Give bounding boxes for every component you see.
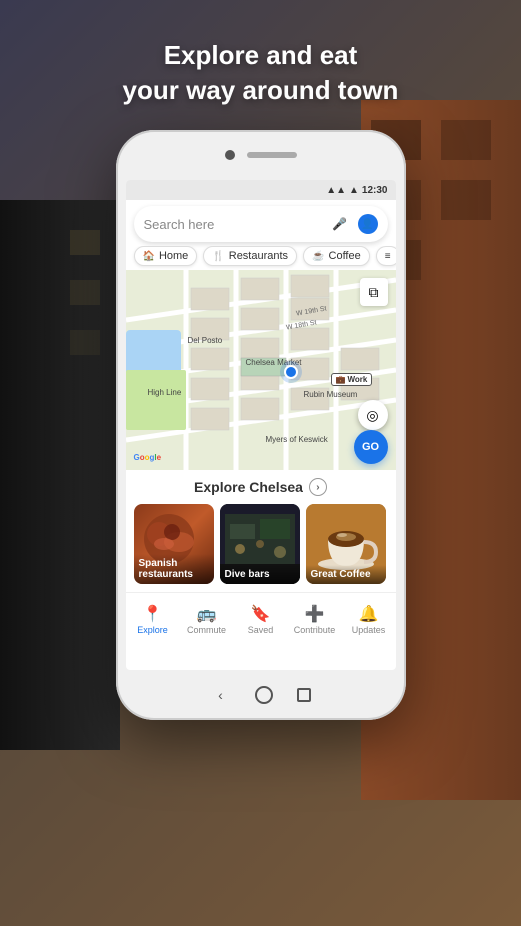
card-dive-bars[interactable]: Dive bars — [220, 504, 300, 584]
contribute-nav-icon: ➕ — [305, 607, 325, 623]
card-spanish-label: Spanish restaurants — [134, 554, 214, 584]
nav-contribute[interactable]: ➕ Contribute — [288, 603, 342, 635]
chip-more[interactable]: ≡ — [376, 246, 396, 266]
home-icon: 🏠 — [143, 251, 155, 262]
contribute-nav-label: Contribute — [294, 625, 336, 635]
nav-commute[interactable]: 🚌 Commute — [180, 603, 234, 635]
phone-shell: ▲▲ ▲ 12:30 Search here 🎤 👤 🏠 Home 🍴 Rest… — [116, 130, 406, 720]
chip-home-label: Home — [159, 250, 188, 262]
card-coffee-label: Great Coffee — [306, 565, 386, 584]
more-icon: ≡ — [385, 251, 391, 262]
commute-nav-label: Commute — [187, 625, 226, 635]
user-avatar[interactable]: 👤 — [358, 214, 378, 234]
chip-coffee[interactable]: ☕ Coffee — [303, 246, 370, 266]
map-area[interactable]: Chelsea Market High Line Rubin Museum My… — [126, 270, 396, 470]
home-button[interactable] — [255, 686, 273, 704]
card-great-coffee[interactable]: Great Coffee — [306, 504, 386, 584]
nav-updates[interactable]: 🔔 Updates — [342, 603, 396, 635]
chip-coffee-label: Coffee — [329, 250, 361, 262]
bg-building-left — [0, 200, 120, 750]
updates-nav-label: Updates — [352, 625, 386, 635]
saved-nav-label: Saved — [248, 625, 274, 635]
commute-nav-icon: 🚌 — [197, 607, 217, 623]
mic-icon[interactable]: 🎤 — [330, 214, 350, 234]
bottom-nav: 📍 Explore 🚌 Commute 🔖 Saved ➕ Contribute… — [126, 592, 396, 644]
label-del-posto: Del Posto — [188, 336, 223, 345]
current-location-marker — [284, 365, 298, 379]
explore-section: Explore Chelsea › Spanish — [126, 470, 396, 592]
phone-top — [116, 130, 406, 180]
restaurants-icon: 🍴 — [212, 251, 224, 262]
coffee-icon: ☕ — [312, 251, 324, 262]
label-rubin-museum: Rubin Museum — [304, 390, 358, 399]
headline-line1: Explore and eat — [0, 38, 521, 73]
wifi-icon: ▲ — [349, 185, 359, 196]
explore-nav-icon: 📍 — [143, 607, 163, 623]
google-logo: Google — [134, 453, 162, 462]
headline: Explore and eat your way around town — [0, 38, 521, 108]
explore-arrow[interactable]: › — [309, 478, 327, 496]
back-button[interactable]: ‹ — [211, 685, 231, 705]
status-icons: ▲▲ ▲ 12:30 — [326, 185, 387, 196]
category-cards: Spanish restaurants — [126, 504, 396, 592]
search-text: Search here — [144, 217, 322, 232]
status-time: 12:30 — [362, 185, 388, 196]
go-label: GO — [362, 441, 379, 453]
chip-restaurants-label: Restaurants — [229, 250, 288, 262]
chip-home[interactable]: 🏠 Home — [134, 246, 198, 266]
phone-bottom-bar: ‹ — [116, 670, 406, 720]
nav-saved[interactable]: 🔖 Saved — [234, 603, 288, 635]
nav-explore[interactable]: 📍 Explore — [126, 603, 180, 635]
recent-button[interactable] — [297, 688, 311, 702]
location-button[interactable]: ◎ — [358, 400, 388, 430]
label-myers: Myers of Keswick — [266, 435, 328, 444]
work-marker: 💼Work — [331, 373, 373, 386]
updates-nav-icon: 🔔 — [359, 607, 379, 623]
headline-line2: your way around town — [0, 73, 521, 108]
layers-button[interactable]: ⧉ — [360, 278, 388, 306]
explore-nav-label: Explore — [137, 625, 168, 635]
search-bar[interactable]: Search here 🎤 👤 — [134, 206, 388, 242]
saved-nav-icon: 🔖 — [251, 607, 271, 623]
explore-header: Explore Chelsea › — [126, 470, 396, 504]
chip-restaurants[interactable]: 🍴 Restaurants — [203, 246, 297, 266]
label-high-line: High Line — [148, 388, 182, 397]
status-bar: ▲▲ ▲ 12:30 — [126, 180, 396, 200]
card-divebars-label: Dive bars — [220, 565, 300, 584]
phone-camera — [225, 150, 235, 160]
phone-screen: ▲▲ ▲ 12:30 Search here 🎤 👤 🏠 Home 🍴 Rest… — [126, 180, 396, 670]
filter-chips: 🏠 Home 🍴 Restaurants ☕ Coffee ≡ — [126, 246, 396, 270]
go-button[interactable]: GO — [354, 430, 388, 464]
signal-icon: ▲▲ — [326, 185, 346, 196]
phone-speaker — [247, 152, 297, 158]
explore-title: Explore Chelsea — [194, 479, 303, 495]
card-spanish-restaurants[interactable]: Spanish restaurants — [134, 504, 214, 584]
